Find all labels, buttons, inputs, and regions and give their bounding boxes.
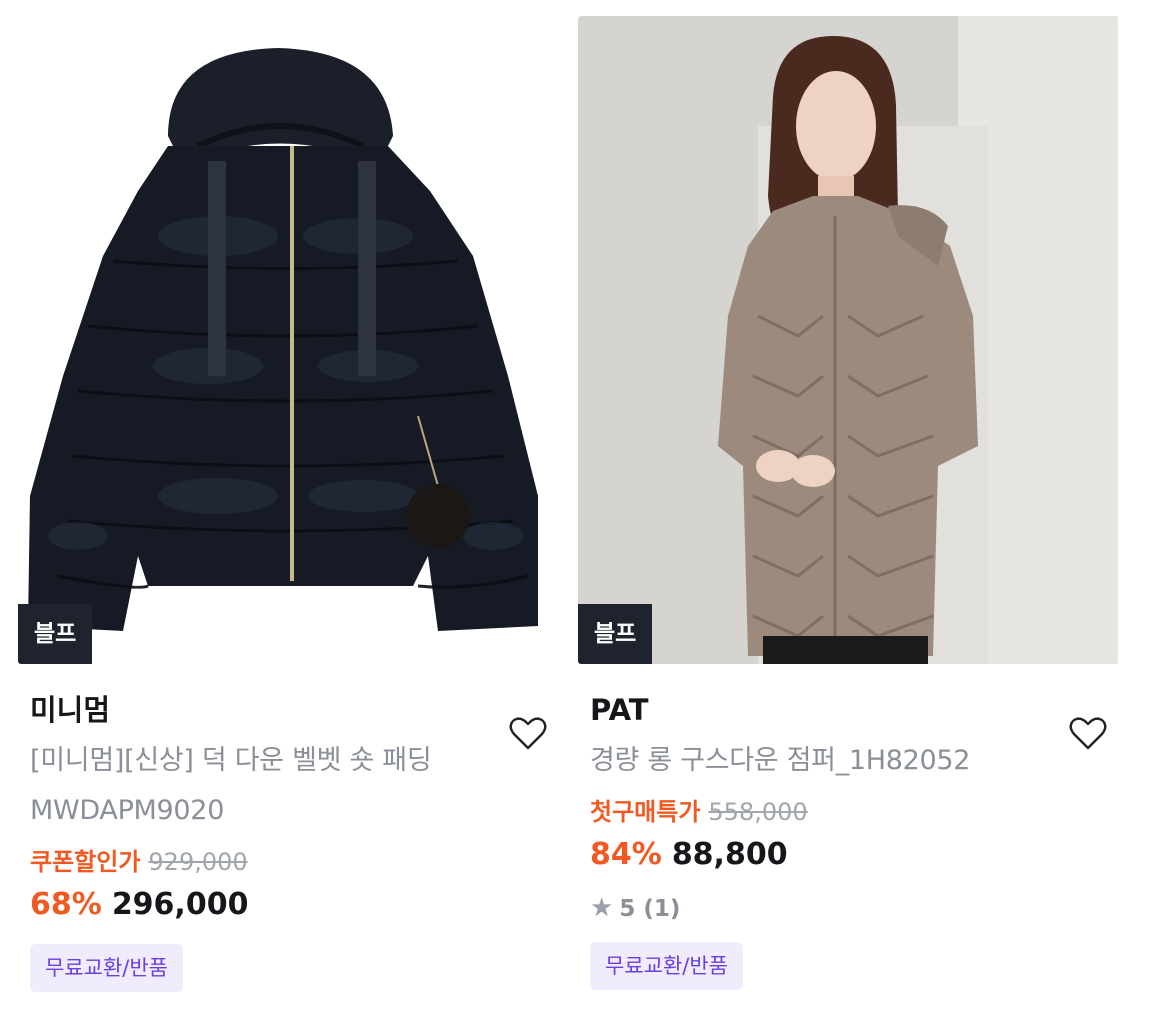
- product-name-line1: 경량 롱 구스다운 점퍼_1H82052: [590, 745, 971, 776]
- final-price: 84% 88,800: [590, 832, 1106, 878]
- product-name-line1: [미니멈][신상] 덕 다운 벨벳 숏 패딩: [30, 745, 432, 776]
- promo-badge: 블프: [578, 604, 653, 664]
- product-card[interactable]: 블프 미니멈 [미니멈][신상] 덕 다운 벨벳 숏 패딩 MWDAPM9020…: [18, 16, 558, 992]
- product-card[interactable]: 블프 PAT 경량 롱 구스다운 점퍼_1H82052 첫구매특가 558,000…: [578, 16, 1118, 990]
- promo-badge: 블프: [18, 604, 93, 664]
- brand-name[interactable]: 미니멈: [30, 690, 546, 730]
- review-count: (1): [643, 896, 681, 922]
- original-price: 558,000: [708, 798, 808, 826]
- black-velvet-puffer-jacket-image: [18, 16, 558, 664]
- sale-price: 88,800: [671, 837, 788, 872]
- model-in-beige-long-down-coat-image: [578, 16, 1118, 664]
- star-icon: ★: [590, 893, 614, 923]
- rating: ★ 5 (1): [590, 890, 1106, 926]
- brand-name[interactable]: PAT: [590, 690, 1106, 730]
- sale-label: 쿠폰할인가: [30, 848, 141, 876]
- sale-label: 첫구매특가: [590, 798, 701, 826]
- product-name[interactable]: 경량 롱 구스다운 점퍼_1H82052: [590, 736, 1106, 786]
- rating-score: 5: [619, 896, 636, 922]
- original-price: 929,000: [148, 848, 248, 876]
- price-info: 첫구매특가 558,000: [590, 792, 1106, 832]
- free-return-tag: 무료교환/반품: [30, 944, 183, 992]
- heart-icon[interactable]: [508, 714, 548, 754]
- heart-icon[interactable]: [1068, 714, 1108, 754]
- discount-rate: 84%: [590, 837, 662, 872]
- product-image[interactable]: 블프: [578, 16, 1118, 664]
- product-name[interactable]: [미니멈][신상] 덕 다운 벨벳 숏 패딩 MWDAPM9020: [30, 736, 546, 836]
- price-info: 쿠폰할인가 929,000: [30, 842, 546, 882]
- final-price: 68% 296,000: [30, 882, 546, 928]
- sale-price: 296,000: [111, 887, 249, 922]
- product-image[interactable]: 블프: [18, 16, 558, 664]
- product-name-line2: MWDAPM9020: [30, 795, 225, 826]
- discount-rate: 68%: [30, 887, 102, 922]
- free-return-tag: 무료교환/반품: [590, 942, 743, 990]
